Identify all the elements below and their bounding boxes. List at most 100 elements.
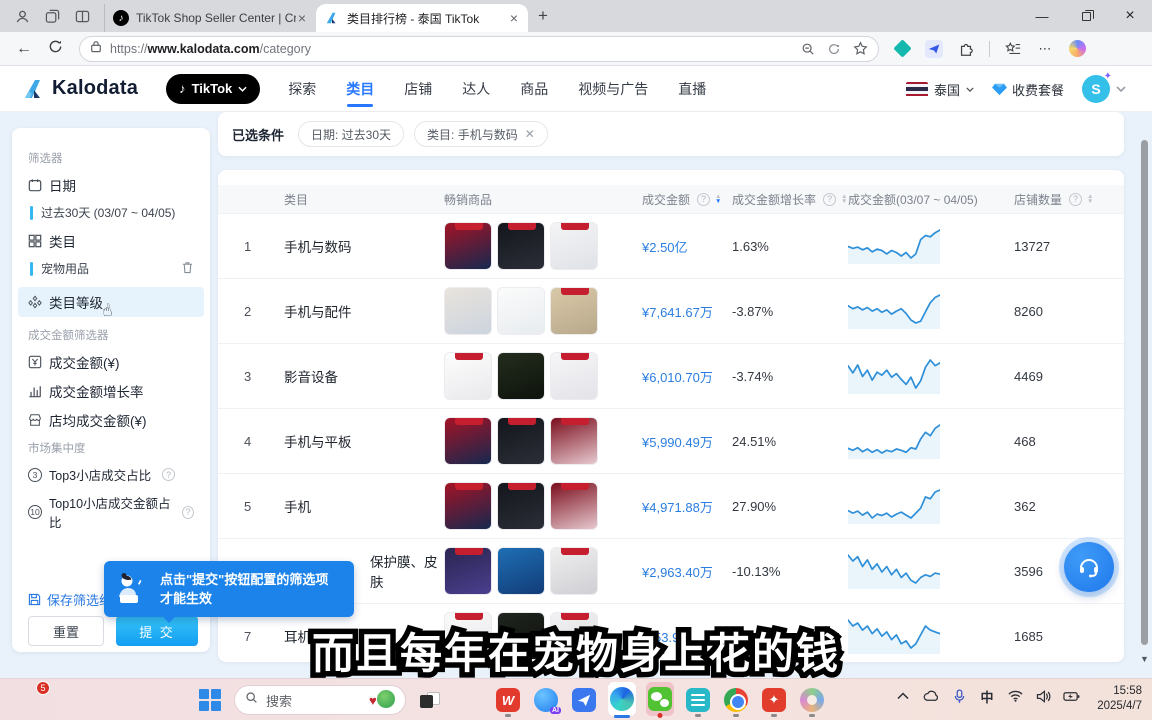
taskbar-bird-app[interactable]: [570, 686, 598, 714]
filter-date[interactable]: 日期: [28, 175, 194, 195]
account-menu[interactable]: ✦ S: [1082, 75, 1126, 103]
product-thumbnail[interactable]: [550, 222, 598, 270]
product-thumbnail[interactable]: [497, 547, 545, 595]
reset-button[interactable]: 重置: [28, 616, 104, 646]
filter-avg-gmv[interactable]: 店均成交金额(¥): [28, 410, 194, 430]
table-row[interactable]: 5 手机 ¥4,971.88万 27.90% 362: [218, 473, 1124, 538]
header-shops[interactable]: 店铺数量? ▲▼: [1014, 191, 1124, 208]
scrollbar-down-arrow[interactable]: ▼: [1140, 654, 1149, 664]
copilot-icon[interactable]: [1068, 40, 1086, 58]
nav-live[interactable]: 直播: [678, 66, 706, 112]
tab-close-icon[interactable]: ×: [296, 10, 308, 26]
scrollbar-thumb[interactable]: [1141, 140, 1148, 645]
category-name[interactable]: 手机与数码: [284, 236, 444, 256]
teal-diamond-extension-icon[interactable]: [893, 40, 911, 58]
microphone-icon[interactable]: [950, 687, 968, 705]
product-thumbnail[interactable]: [550, 417, 598, 465]
product-thumbnail[interactable]: [550, 547, 598, 595]
filter-gmv-growth[interactable]: 成交金额增长率: [28, 381, 194, 401]
category-name[interactable]: 手机与平板: [284, 431, 444, 451]
taskbar-badge-app[interactable]: 5: [18, 685, 48, 715]
product-thumbnail[interactable]: [550, 352, 598, 400]
taskbar-clock[interactable]: 15:58 2025/4/7: [1097, 684, 1142, 714]
browser-tab-seller-center[interactable]: ♪ TikTok Shop Seller Center | Cross ×: [104, 4, 316, 32]
filter-gmv[interactable]: 成交金额(¥): [28, 352, 194, 372]
taskbar-browser-ai[interactable]: AI: [532, 686, 560, 714]
product-thumbnail[interactable]: [497, 222, 545, 270]
task-view-button[interactable]: [416, 686, 444, 714]
product-thumbnail[interactable]: [444, 287, 492, 335]
taskbar-wps[interactable]: W: [494, 686, 522, 714]
header-growth[interactable]: 成交金额增长率? ▲▼: [732, 191, 848, 208]
table-row[interactable]: 1 手机与数码 ¥2.50亿 1.63% 13727: [218, 213, 1124, 278]
kalodata-logo[interactable]: Kalodata: [22, 77, 138, 101]
trash-icon[interactable]: [181, 261, 194, 277]
help-icon[interactable]: ?: [162, 468, 175, 481]
nav-creator[interactable]: 达人: [462, 66, 490, 112]
sort-icon[interactable]: ▲▼: [1087, 194, 1093, 204]
product-thumbnail[interactable]: [550, 482, 598, 530]
taskbar-edge[interactable]: [608, 686, 636, 714]
filter-category-value[interactable]: 宠物用品: [30, 260, 194, 277]
bookmark-star-icon[interactable]: [852, 41, 868, 57]
help-icon[interactable]: ?: [182, 506, 194, 519]
category-name[interactable]: 耳机: [284, 626, 444, 646]
restore-button[interactable]: [1064, 0, 1108, 32]
taskbar-red-app[interactable]: ✦: [760, 686, 788, 714]
search-highlight-doodle[interactable]: ♥: [369, 689, 395, 711]
zoom-out-icon[interactable]: [800, 41, 816, 57]
product-thumbnail[interactable]: [497, 287, 545, 335]
back-icon[interactable]: ←: [16, 40, 32, 58]
start-button[interactable]: [196, 686, 224, 714]
category-name[interactable]: 手机与配件: [284, 301, 444, 321]
extensions-puzzle-icon[interactable]: [957, 40, 975, 58]
filter-category[interactable]: 类目: [28, 231, 194, 251]
workspaces-icon[interactable]: [44, 8, 60, 24]
product-thumbnail[interactable]: [444, 222, 492, 270]
product-thumbnail[interactable]: [550, 612, 598, 660]
nav-explore[interactable]: 探索: [288, 66, 316, 112]
submit-button[interactable]: 提 交: [116, 616, 198, 646]
new-tab-button[interactable]: +: [538, 6, 548, 26]
product-thumbnail[interactable]: [444, 352, 492, 400]
close-button[interactable]: ×: [1108, 0, 1152, 32]
sort-icon[interactable]: ▲▼: [841, 194, 847, 204]
taskbar-search[interactable]: 搜索 ♥: [234, 685, 406, 715]
nav-category[interactable]: 类目: [346, 66, 374, 112]
tray-expand-icon[interactable]: [894, 687, 912, 705]
taskbar-ai-knot[interactable]: [798, 686, 826, 714]
product-thumbnail[interactable]: [497, 482, 545, 530]
product-thumbnail[interactable]: [497, 417, 545, 465]
pricing-plan-link[interactable]: 收费套餐: [992, 80, 1064, 99]
chip-category[interactable]: 类目: 手机与数码✕: [414, 121, 548, 147]
product-thumbnail[interactable]: [497, 612, 545, 660]
customer-support-button[interactable]: [1064, 542, 1114, 592]
onedrive-cloud-icon[interactable]: [922, 687, 940, 705]
product-thumbnail[interactable]: [550, 287, 598, 335]
split-window-icon[interactable]: [74, 8, 90, 24]
taskbar-notes[interactable]: [684, 686, 712, 714]
category-name[interactable]: 影音设备: [284, 366, 444, 386]
favorites-bar-icon[interactable]: [1004, 40, 1022, 58]
filter-top3-share[interactable]: 3 Top3小店成交占比?: [28, 465, 194, 484]
chip-close-icon[interactable]: ✕: [525, 127, 535, 141]
page-scrollbar[interactable]: ▼: [1140, 112, 1150, 678]
wifi-icon[interactable]: [1006, 687, 1024, 705]
sort-icon[interactable]: ▲▼: [715, 194, 721, 204]
tiktok-platform-selector[interactable]: ♪ TikTok: [166, 74, 260, 104]
browser-profile-icon[interactable]: [14, 8, 30, 24]
nav-video-ads[interactable]: 视频与广告: [578, 66, 648, 112]
filter-top10-share[interactable]: 10 Top10小店成交金额占比?: [28, 493, 194, 531]
taskbar-wechat[interactable]: [646, 686, 674, 714]
bird-extension-icon[interactable]: [925, 40, 943, 58]
ime-indicator[interactable]: 中: [978, 687, 996, 705]
nav-shop[interactable]: 店铺: [404, 66, 432, 112]
product-thumbnail[interactable]: [497, 352, 545, 400]
reading-mode-icon[interactable]: [826, 41, 842, 57]
refresh-icon[interactable]: [48, 39, 63, 59]
product-thumbnail[interactable]: [444, 482, 492, 530]
battery-icon[interactable]: [1062, 687, 1080, 705]
more-menu-icon[interactable]: ⋯: [1036, 40, 1054, 58]
region-selector[interactable]: 泰国: [906, 80, 974, 99]
product-thumbnail[interactable]: [444, 547, 492, 595]
